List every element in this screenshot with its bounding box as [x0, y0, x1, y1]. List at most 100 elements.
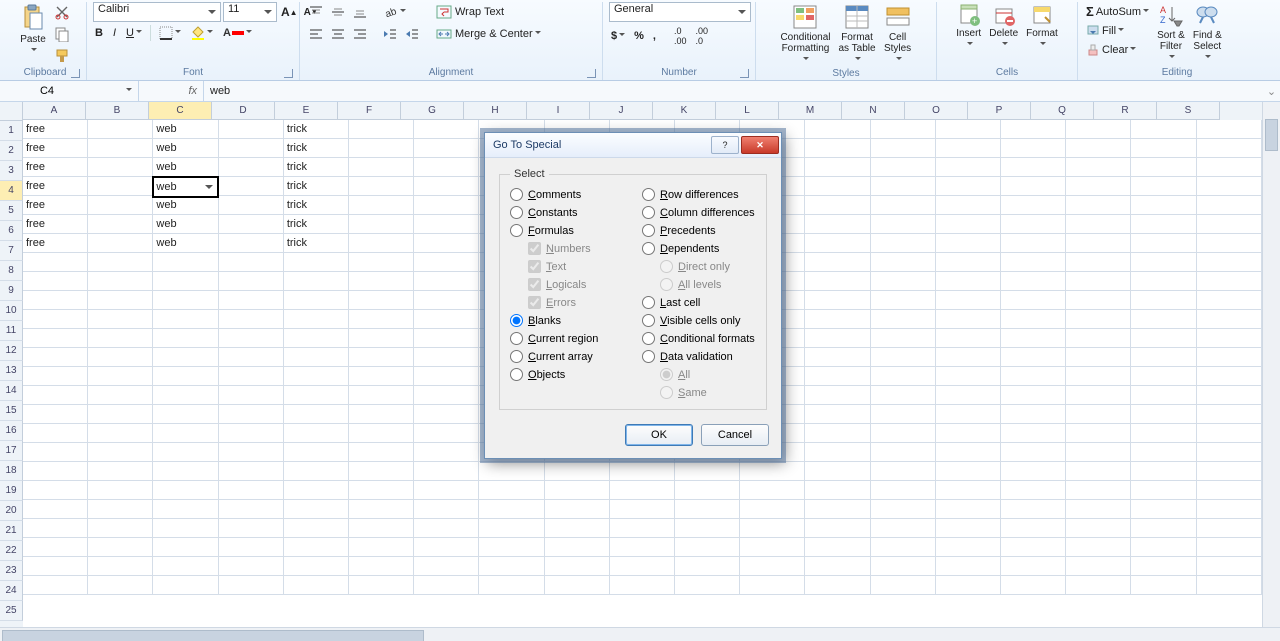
row-header[interactable]: 15	[0, 401, 23, 421]
cell[interactable]	[414, 310, 479, 329]
cell[interactable]	[871, 557, 936, 576]
name-box[interactable]	[0, 81, 139, 101]
cell[interactable]	[805, 215, 870, 234]
cell[interactable]: free	[23, 177, 88, 196]
cell[interactable]	[284, 291, 349, 310]
cell[interactable]	[1001, 443, 1066, 462]
cell[interactable]	[349, 405, 414, 424]
cell[interactable]	[805, 405, 870, 424]
column-header-L[interactable]: L	[716, 102, 779, 120]
cell[interactable]	[1197, 557, 1262, 576]
cell[interactable]	[88, 234, 153, 253]
cell[interactable]	[1001, 196, 1066, 215]
cell[interactable]	[740, 500, 805, 519]
cell[interactable]	[1001, 158, 1066, 177]
cell[interactable]	[805, 196, 870, 215]
cell[interactable]	[153, 329, 218, 348]
cell[interactable]	[805, 367, 870, 386]
cell[interactable]	[1001, 177, 1066, 196]
cell[interactable]	[219, 462, 284, 481]
option-curregion-input[interactable]	[510, 332, 523, 345]
cell[interactable]	[414, 538, 479, 557]
cell[interactable]	[871, 272, 936, 291]
v-scroll-thumb[interactable]	[1265, 119, 1278, 151]
cell[interactable]: free	[23, 120, 88, 139]
cell[interactable]	[1066, 120, 1131, 139]
cell[interactable]	[219, 538, 284, 557]
comma-button[interactable]: ,	[651, 28, 658, 44]
cell[interactable]	[805, 538, 870, 557]
cell[interactable]	[1001, 557, 1066, 576]
cell[interactable]	[23, 253, 88, 272]
cell[interactable]	[219, 443, 284, 462]
row-header[interactable]: 22	[0, 541, 23, 561]
cell[interactable]	[871, 196, 936, 215]
cell[interactable]	[349, 215, 414, 234]
cell[interactable]	[88, 405, 153, 424]
cell[interactable]	[219, 576, 284, 595]
cell[interactable]	[219, 386, 284, 405]
format-painter-button[interactable]	[52, 46, 72, 66]
cell[interactable]	[936, 481, 1001, 500]
cell[interactable]	[936, 500, 1001, 519]
column-header-D[interactable]: D	[212, 102, 275, 120]
cell[interactable]	[284, 557, 349, 576]
cell[interactable]	[610, 538, 675, 557]
cell[interactable]	[414, 291, 479, 310]
font-color-button[interactable]: A	[221, 25, 254, 41]
cell[interactable]	[414, 329, 479, 348]
cell[interactable]	[284, 310, 349, 329]
cell[interactable]	[1197, 177, 1262, 196]
cell[interactable]	[1131, 538, 1196, 557]
cell[interactable]	[219, 272, 284, 291]
cell[interactable]	[414, 500, 479, 519]
cell[interactable]	[610, 500, 675, 519]
cell[interactable]	[88, 576, 153, 595]
cell[interactable]	[23, 481, 88, 500]
sort-filter-button[interactable]: AZSort & Filter	[1155, 2, 1187, 65]
cell[interactable]	[1197, 462, 1262, 481]
cell[interactable]	[1066, 291, 1131, 310]
option-objects-input[interactable]	[510, 368, 523, 381]
cell[interactable]	[871, 386, 936, 405]
italic-button[interactable]: I	[111, 25, 118, 41]
cell[interactable]	[1197, 348, 1262, 367]
cell[interactable]	[871, 405, 936, 424]
cell[interactable]	[740, 462, 805, 481]
cell[interactable]	[219, 253, 284, 272]
cell[interactable]	[740, 557, 805, 576]
cell[interactable]	[284, 576, 349, 595]
cell[interactable]: trick	[284, 215, 349, 234]
cell[interactable]	[805, 291, 870, 310]
cell[interactable]: web	[153, 139, 218, 158]
cell[interactable]	[1001, 481, 1066, 500]
paste-button[interactable]: Paste	[18, 2, 48, 58]
cell[interactable]	[414, 386, 479, 405]
cell[interactable]	[1001, 424, 1066, 443]
cell[interactable]	[805, 329, 870, 348]
cell[interactable]	[349, 367, 414, 386]
cell[interactable]	[219, 424, 284, 443]
row-header[interactable]: 8	[0, 261, 23, 281]
cell[interactable]	[1131, 139, 1196, 158]
row-header[interactable]: 12	[0, 341, 23, 361]
row-header[interactable]: 3	[0, 161, 23, 181]
cell[interactable]	[1001, 348, 1066, 367]
cell[interactable]	[414, 215, 479, 234]
cell[interactable]	[153, 310, 218, 329]
percent-button[interactable]: %	[632, 28, 646, 44]
cell[interactable]	[153, 576, 218, 595]
cell[interactable]	[936, 215, 1001, 234]
column-header-E[interactable]: E	[275, 102, 338, 120]
underline-button[interactable]: U	[124, 25, 144, 41]
cell[interactable]	[1001, 253, 1066, 272]
delete-button[interactable]: Delete	[987, 2, 1020, 52]
cell[interactable]: free	[23, 158, 88, 177]
cell[interactable]	[1066, 443, 1131, 462]
row-header[interactable]: 19	[0, 481, 23, 501]
cell[interactable]	[1001, 538, 1066, 557]
cell[interactable]	[414, 139, 479, 158]
cell[interactable]	[805, 557, 870, 576]
cell[interactable]	[414, 576, 479, 595]
cell[interactable]	[1131, 519, 1196, 538]
